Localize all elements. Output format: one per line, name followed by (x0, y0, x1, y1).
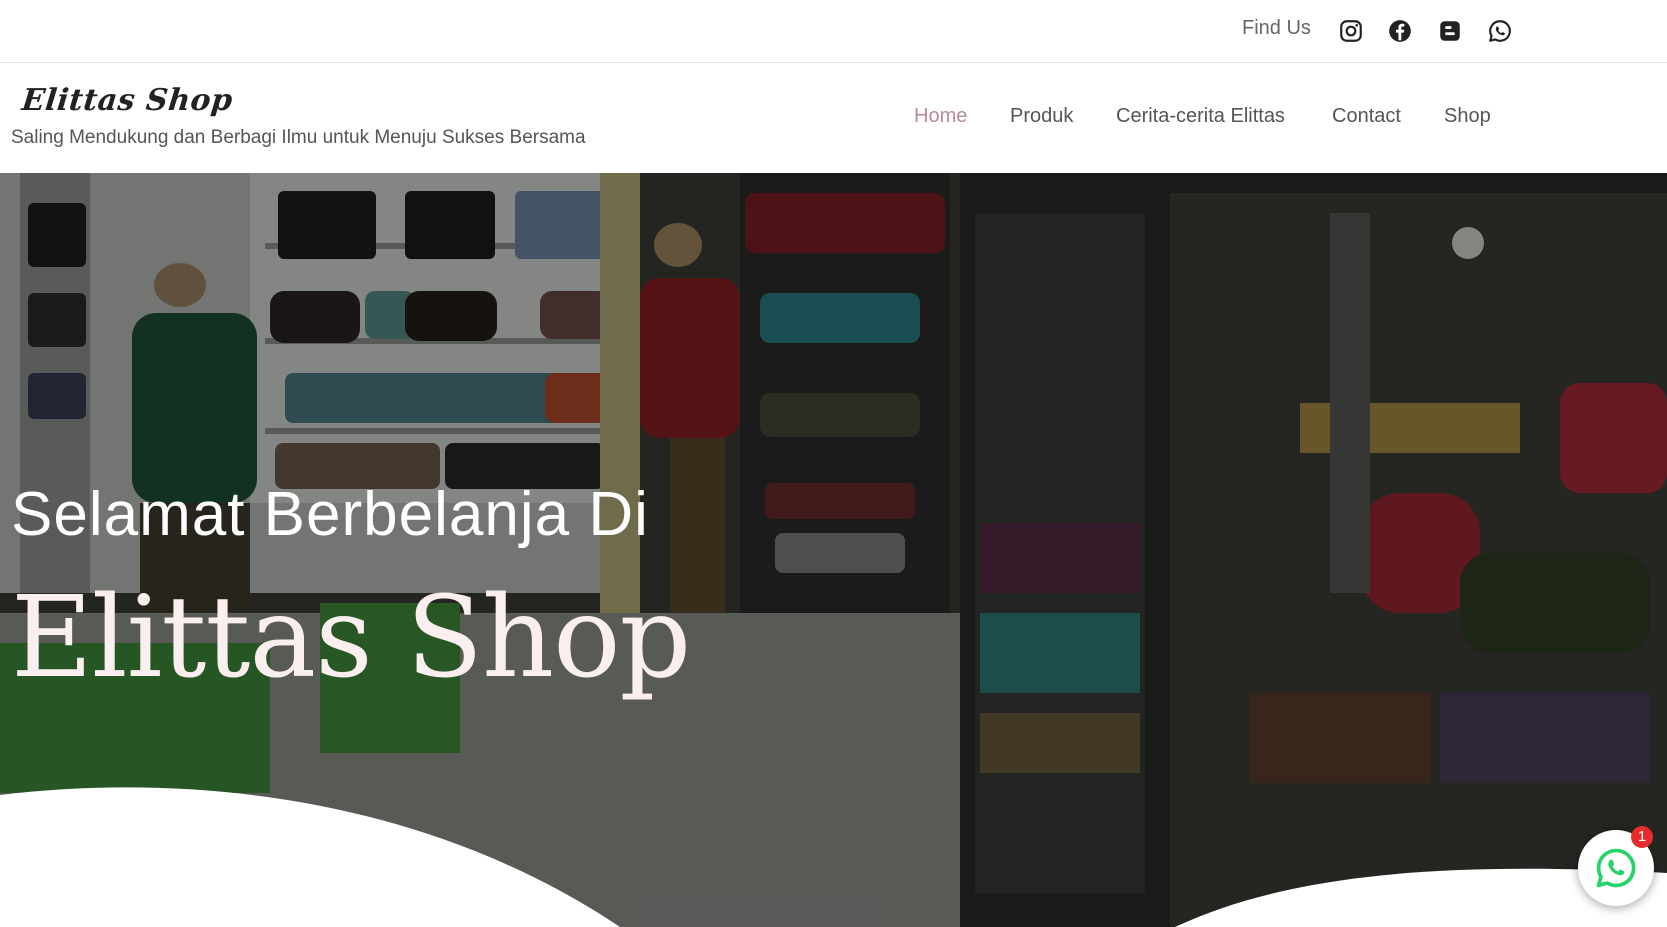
hero-bottom-wave (0, 787, 1667, 927)
top-bar: Find Us (0, 0, 1667, 63)
whatsapp-icon[interactable] (1487, 18, 1513, 44)
blogger-icon[interactable] (1437, 18, 1463, 44)
site-logo[interactable]: Elittas Shop (20, 83, 234, 118)
whatsapp-icon (1596, 848, 1636, 888)
find-us-label: Find Us (1242, 17, 1311, 39)
instagram-icon[interactable] (1338, 18, 1364, 44)
facebook-icon[interactable] (1387, 18, 1413, 44)
site-tagline: Saling Mendukung dan Berbagi Ilmu untuk … (11, 127, 586, 148)
nav-contact[interactable]: Contact (1332, 105, 1401, 128)
hero-banner: Selamat Berbelanja Di Elittas Shop (0, 173, 1667, 927)
nav-produk[interactable]: Produk (1010, 105, 1073, 128)
nav-cerita-cerita-elittas[interactable]: Cerita-cerita Elittas (1116, 105, 1285, 128)
nav-shop[interactable]: Shop (1444, 105, 1491, 128)
site-header: Elittas Shop Saling Mendukung dan Berbag… (0, 63, 1667, 173)
notification-badge: 1 (1631, 826, 1653, 848)
nav-home[interactable]: Home (914, 105, 967, 128)
